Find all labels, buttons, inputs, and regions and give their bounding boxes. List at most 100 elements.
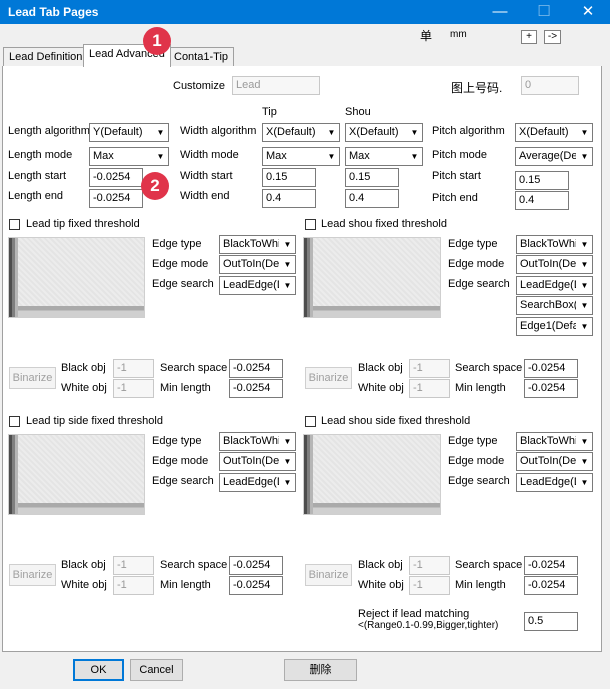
shou-threshold-checkbox[interactable] <box>305 219 316 230</box>
tip-side-edge-search-label: Edge search <box>152 475 214 487</box>
tab-conta1-tip[interactable]: Conta1-Tip <box>168 47 235 67</box>
tip-edge-mode-select[interactable]: OutToIn(Def ▼ <box>219 255 296 274</box>
tip-side-black-obj-input[interactable]: -1 <box>113 556 154 575</box>
tip-side-search-space-input[interactable]: -0.0254 <box>229 556 283 575</box>
pitch-start-input[interactable]: 0.15 <box>515 171 569 190</box>
shou-search-box-select[interactable]: SearchBox(D▼ <box>516 296 593 315</box>
ok-button[interactable]: OK <box>73 659 124 681</box>
shou-side-threshold-checkbox[interactable] <box>305 416 316 427</box>
tip-white-obj-input[interactable]: -1 <box>113 379 154 398</box>
annotation-badge-1: 1 <box>143 27 171 55</box>
tip-edge-search-value: LeadEdge(D <box>223 279 279 291</box>
shou-edge-search-select[interactable]: LeadEdge(D ▼ <box>516 276 593 295</box>
width-algorithm-label: Width algorithm <box>180 125 257 137</box>
tip-edge-mode-label: Edge mode <box>152 258 209 270</box>
tip-side-threshold-checkbox[interactable] <box>9 416 20 427</box>
chevron-down-icon: ▼ <box>577 297 592 314</box>
width-algorithm-tip-value: X(Default) <box>266 126 316 138</box>
width-start-tip-input[interactable]: 0.15 <box>262 168 316 187</box>
tip-side-min-length-input[interactable]: -0.0254 <box>229 576 283 595</box>
shou-edge-type-select[interactable]: BlackToWhi ▼ <box>516 235 593 254</box>
pitch-mode-select[interactable]: Average(Def ▼ <box>515 147 593 166</box>
chevron-down-icon: ▼ <box>577 236 592 253</box>
customize-input[interactable]: Lead <box>232 76 320 95</box>
reject-threshold-input[interactable]: 0.5 <box>524 612 578 631</box>
width-mode-tip-select[interactable]: Max ▼ <box>262 147 340 166</box>
shou-column-header: Shou <box>345 106 371 118</box>
shou-side-min-length-input[interactable]: -0.0254 <box>524 576 578 595</box>
tip-black-obj-label: Black obj <box>61 362 106 374</box>
shou-edge1-select[interactable]: Edge1(Defa ▼ <box>516 317 593 336</box>
delete-button[interactable]: 删除 <box>284 659 357 681</box>
plus-button[interactable]: + <box>521 30 537 44</box>
length-algorithm-select[interactable]: Y(Default) ▼ <box>89 123 169 142</box>
chevron-down-icon: ▼ <box>577 474 592 491</box>
chevron-down-icon: ▼ <box>577 433 592 450</box>
width-mode-shou-select[interactable]: Max ▼ <box>345 147 423 166</box>
shou-side-black-obj-label: Black obj <box>358 559 403 571</box>
arrow-button[interactable]: -> <box>544 30 561 44</box>
tip-search-space-label: Search space <box>160 362 228 374</box>
shou-edge-mode-label: Edge mode <box>448 258 505 270</box>
pitch-algorithm-label: Pitch algorithm <box>432 125 505 137</box>
width-mode-shou-value: Max <box>349 150 370 162</box>
chevron-down-icon: ▼ <box>324 124 339 141</box>
close-icon[interactable]: ✕ <box>566 0 610 24</box>
length-start-input[interactable]: -0.0254 <box>89 168 143 187</box>
tip-black-obj-input[interactable]: -1 <box>113 359 154 378</box>
shou-side-edge-type-select[interactable]: BlackToWhi ▼ <box>516 432 593 451</box>
tip-column-header: Tip <box>262 106 277 118</box>
customize-label: Customize <box>173 80 225 92</box>
chevron-down-icon: ▼ <box>153 148 168 165</box>
shou-side-edge-mode-select[interactable]: OutToIn(Def ▼ <box>516 452 593 471</box>
tip-search-space-input[interactable]: -0.0254 <box>229 359 283 378</box>
shou-side-binarize-button[interactable]: Binarize <box>305 564 352 586</box>
shou-white-obj-input[interactable]: -1 <box>409 379 450 398</box>
id-label: 图上号码. <box>451 81 503 95</box>
shou-side-edge-search-select[interactable]: LeadEdge(D ▼ <box>516 473 593 492</box>
pitch-algorithm-select[interactable]: X(Default) ▼ <box>515 123 593 142</box>
shou-side-search-space-input[interactable]: -0.0254 <box>524 556 578 575</box>
tip-side-black-obj-label: Black obj <box>61 559 106 571</box>
tip-edge-type-select[interactable]: BlackToWhi ▼ <box>219 235 296 254</box>
tip-side-binarize-button[interactable]: Binarize <box>9 564 56 586</box>
tip-side-edge-type-select[interactable]: BlackToWhi ▼ <box>219 432 296 451</box>
shou-side-black-obj-input[interactable]: -1 <box>409 556 450 575</box>
shou-min-length-input[interactable]: -0.0254 <box>524 379 578 398</box>
length-end-input[interactable]: -0.0254 <box>89 189 143 208</box>
shou-white-obj-label: White obj <box>358 382 404 394</box>
width-algorithm-shou-select[interactable]: X(Default) ▼ <box>345 123 423 142</box>
tip-threshold-title: Lead tip fixed threshold <box>26 218 140 230</box>
tip-min-length-input[interactable]: -0.0254 <box>229 379 283 398</box>
length-mode-select[interactable]: Max ▼ <box>89 147 169 166</box>
width-start-shou-input[interactable]: 0.15 <box>345 168 399 187</box>
shou-side-white-obj-input[interactable]: -1 <box>409 576 450 595</box>
shou-binarize-button[interactable]: Binarize <box>305 367 352 389</box>
cancel-button[interactable]: Cancel <box>130 659 183 681</box>
chevron-down-icon: ▼ <box>324 148 339 165</box>
tip-binarize-button[interactable]: Binarize <box>9 367 56 389</box>
tip-threshold-checkbox[interactable] <box>9 219 20 230</box>
shou-preview-image <box>303 237 441 318</box>
tab-lead-definition[interactable]: Lead Definition <box>3 47 89 67</box>
tip-side-white-obj-input[interactable]: -1 <box>113 576 154 595</box>
width-end-tip-input[interactable]: 0.4 <box>262 189 316 208</box>
shou-black-obj-input[interactable]: -1 <box>409 359 450 378</box>
minimize-icon[interactable]: — <box>478 0 522 24</box>
window-title: Lead Tab Pages <box>8 5 99 19</box>
width-mode-label: Width mode <box>180 149 239 161</box>
tip-side-edge-search-select[interactable]: LeadEdge(D ▼ <box>219 473 296 492</box>
pitch-end-label: Pitch end <box>432 192 478 204</box>
tip-side-search-space-label: Search space <box>160 559 228 571</box>
shou-edge1-value: Edge1(Defa <box>520 320 576 332</box>
tip-edge-search-select[interactable]: LeadEdge(D ▼ <box>219 276 296 295</box>
shou-search-space-input[interactable]: -0.0254 <box>524 359 578 378</box>
width-algorithm-tip-select[interactable]: X(Default) ▼ <box>262 123 340 142</box>
tip-side-edge-mode-select[interactable]: OutToIn(Def ▼ <box>219 452 296 471</box>
pitch-end-input[interactable]: 0.4 <box>515 191 569 210</box>
shou-edge-mode-select[interactable]: OutToIn(Def ▼ <box>516 255 593 274</box>
width-end-shou-input[interactable]: 0.4 <box>345 189 399 208</box>
tip-side-edge-mode-label: Edge mode <box>152 455 209 467</box>
id-input[interactable]: 0 <box>521 76 579 95</box>
pitch-algorithm-value: X(Default) <box>519 126 569 138</box>
